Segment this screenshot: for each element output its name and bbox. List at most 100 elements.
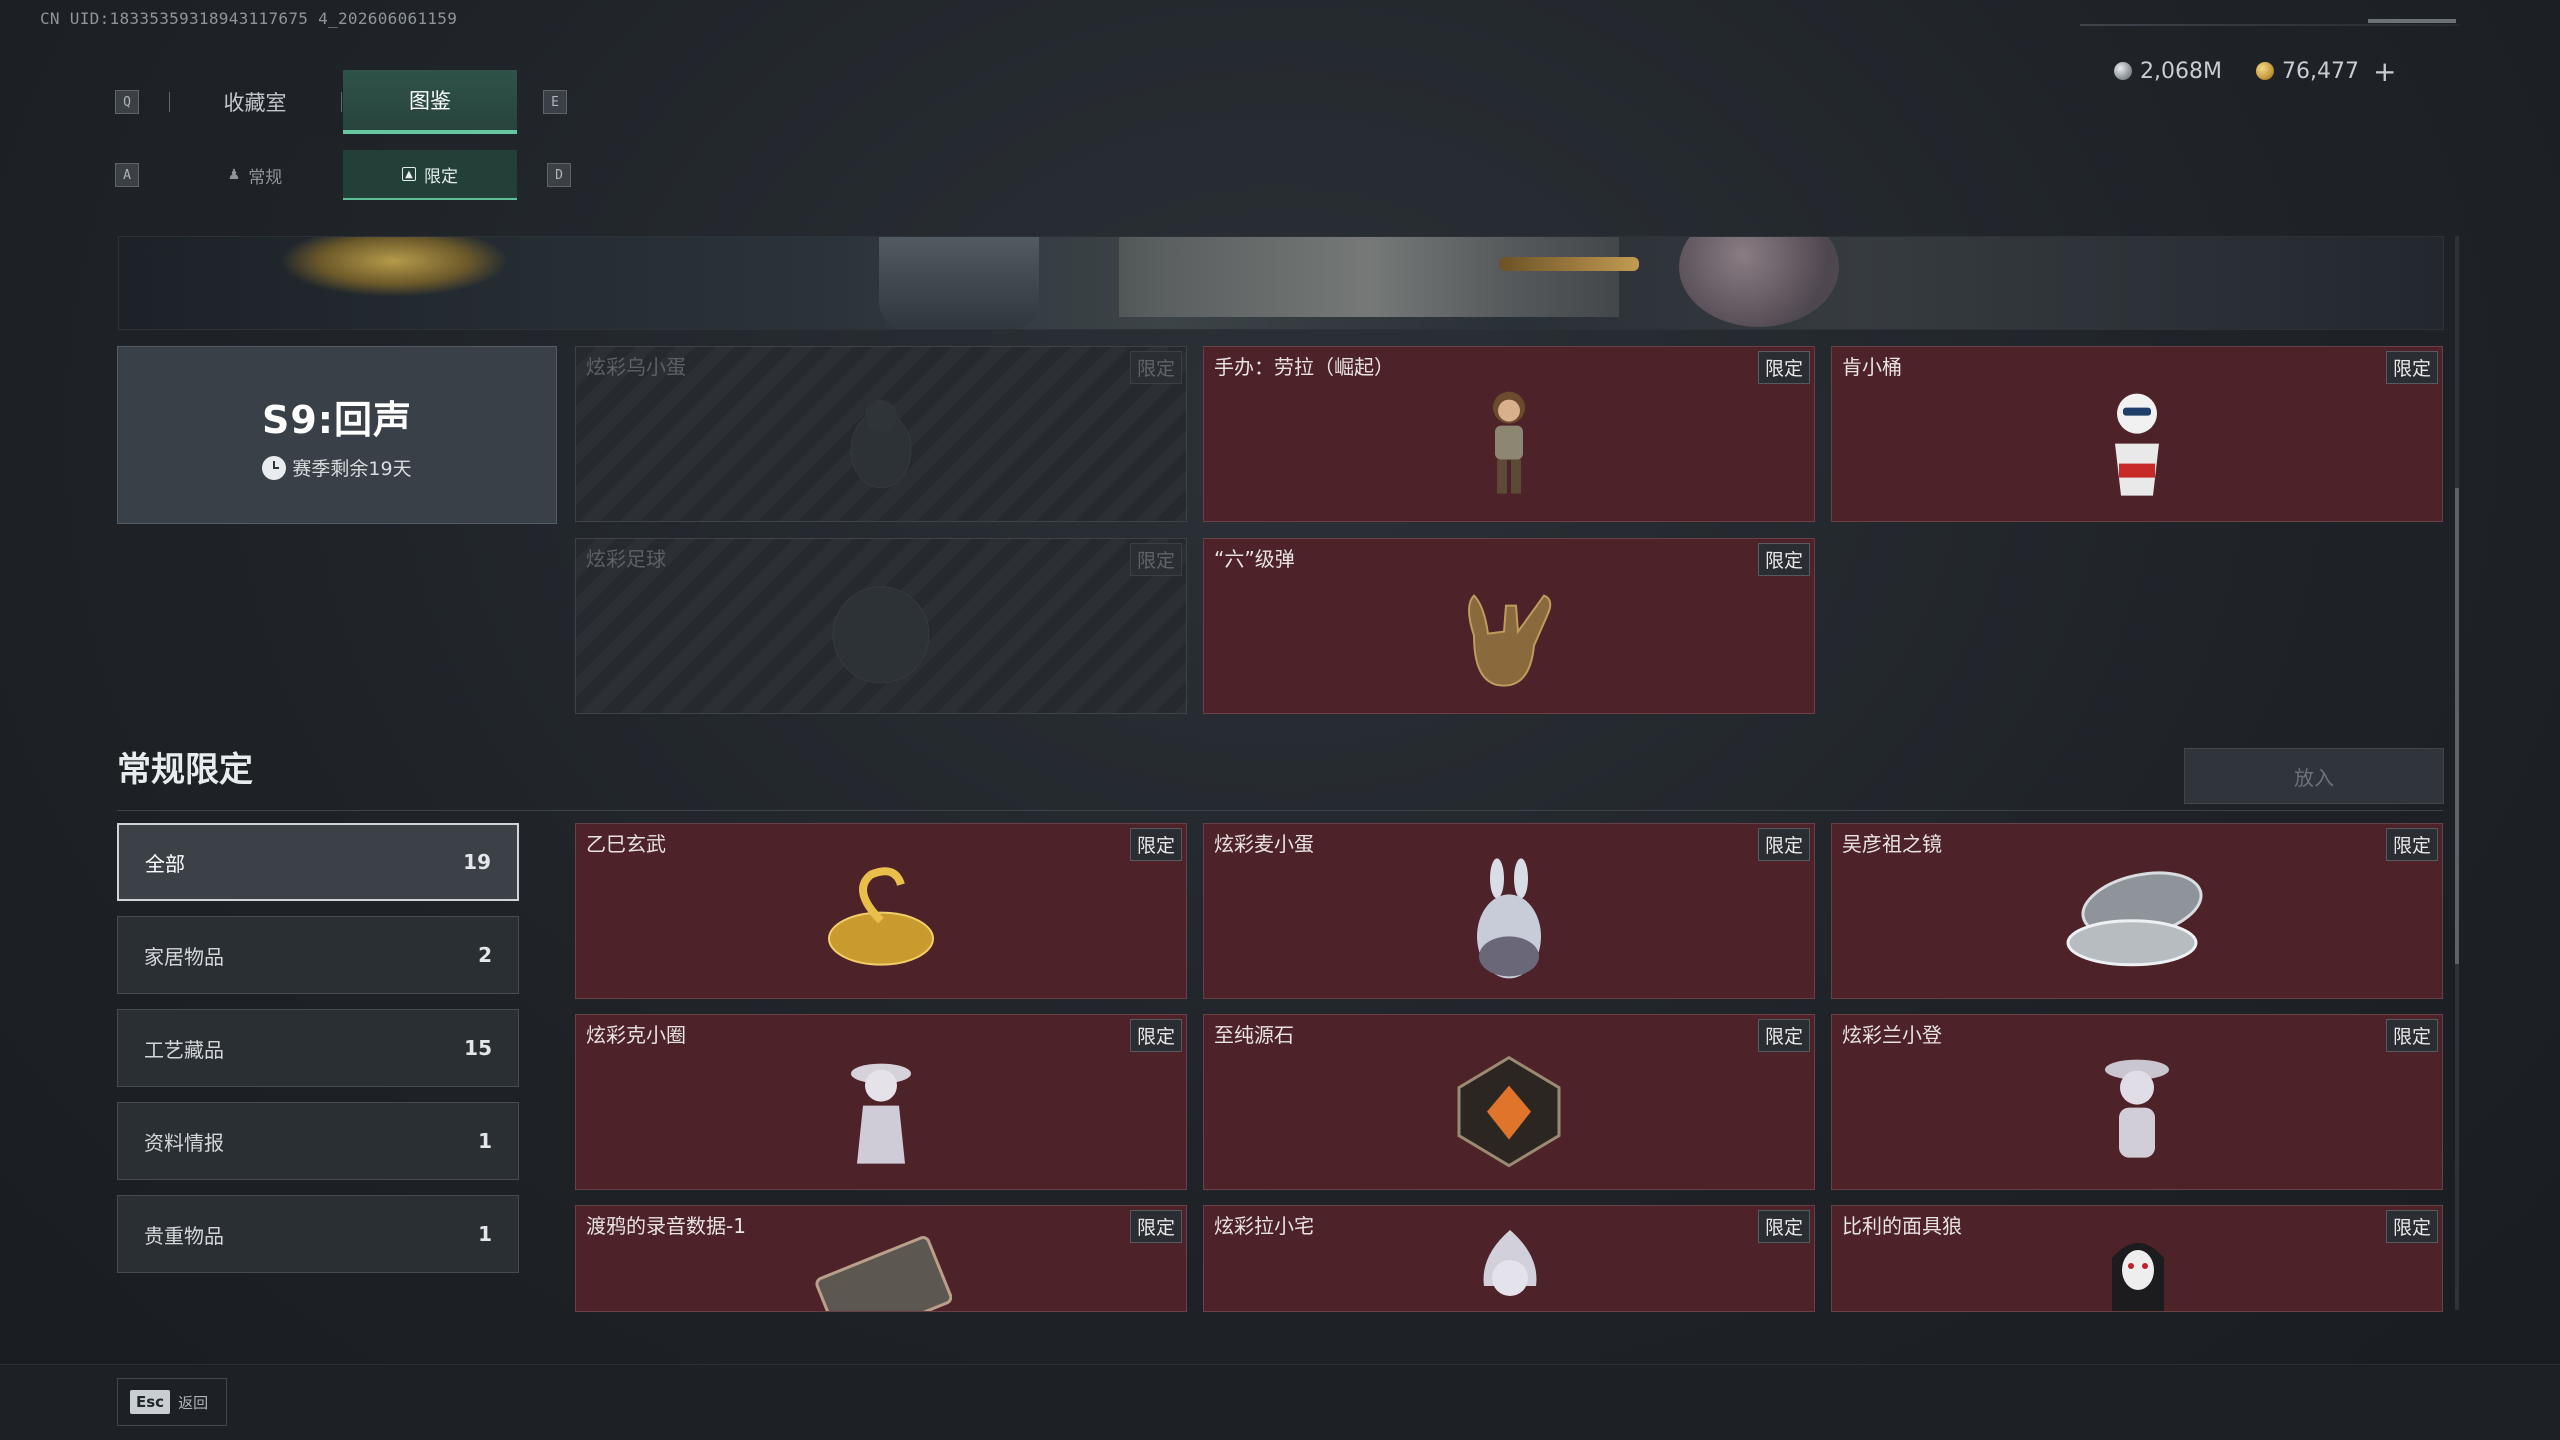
tab-codex[interactable]: 图鉴: [343, 70, 517, 134]
key-hint-d: D: [547, 163, 571, 187]
add-currency-button[interactable]: +: [2373, 55, 2396, 88]
item-name: 炫彩乌小蛋: [586, 355, 686, 379]
item-card[interactable]: 炫彩足球 限定: [575, 538, 1187, 714]
season-remaining: 赛季剩余19天: [262, 454, 412, 481]
item-card[interactable]: 乙巳玄武 限定: [575, 823, 1187, 999]
category-count: 1: [478, 1129, 492, 1153]
place-button[interactable]: 放入: [2184, 748, 2444, 804]
category-home[interactable]: 家居物品 2: [117, 916, 519, 994]
item-name: 至纯源石: [1214, 1023, 1294, 1047]
item-card[interactable]: 炫彩乌小蛋 限定: [575, 346, 1187, 522]
bunny-egg-figure-icon: [1477, 858, 1541, 979]
tab-limited-label: 限定: [424, 166, 458, 187]
silver-coin-icon: [2114, 62, 2132, 80]
section-divider: [117, 810, 2443, 811]
football-icon: [832, 586, 930, 684]
limited-badge: 限定: [2385, 1019, 2438, 1052]
section-title: 常规限定: [117, 750, 253, 790]
six-hand-bullet-icon: [1468, 594, 1552, 687]
golden-turtle-snake-icon: [828, 867, 934, 966]
item-name: 比利的面具狼: [1842, 1214, 1962, 1238]
tab-collection-room[interactable]: 收藏室: [168, 70, 342, 134]
key-hint-e: E: [543, 90, 567, 114]
figure-icon: ♟: [227, 167, 241, 183]
item-name: 吴彦祖之镜: [1842, 832, 1942, 856]
limited-badge: 限定: [2385, 828, 2438, 861]
tab-regular-label: 常规: [248, 167, 283, 188]
item-card[interactable]: 渡鸦的录音数据-1 限定: [575, 1205, 1187, 1312]
season-banner: [118, 236, 2444, 330]
season-title: S9:回声: [261, 398, 412, 442]
hooded-figure-icon: [1483, 1230, 1537, 1296]
category-intel[interactable]: 资料情报 1: [117, 1102, 519, 1180]
limited-badge: 限定: [2385, 351, 2438, 384]
egg-figure-icon: [850, 399, 912, 489]
billy-puppet-icon: [2112, 1243, 2164, 1311]
item-name: “六”级弹: [1214, 547, 1295, 571]
category-label: 家居物品: [144, 944, 224, 969]
banner-map-art: [1119, 237, 1619, 317]
item-name: 手办：劳拉（崛起）: [1214, 355, 1394, 379]
limited-badge: 限定: [1757, 1019, 1810, 1052]
lara-figure-icon: [1493, 391, 1525, 494]
item-card[interactable]: 吴彦祖之镜 限定: [1831, 823, 2443, 999]
limited-badge: 限定: [1129, 543, 1182, 576]
category-count: 19: [463, 850, 491, 874]
limited-badge: 限定: [1757, 543, 1810, 576]
limited-badge: 限定: [1757, 1210, 1810, 1243]
banner-boots-art: [879, 237, 1039, 329]
category-valuables[interactable]: 贵重物品 1: [117, 1195, 519, 1273]
gold-coin-icon: [2256, 62, 2274, 80]
tab-separator: [341, 92, 342, 112]
silver-amount: 2,068M: [2140, 58, 2222, 84]
item-name: 炫彩拉小宅: [1214, 1214, 1314, 1238]
item-name: 炫彩足球: [586, 547, 666, 571]
back-label: 返回: [178, 1393, 209, 1412]
category-count: 2: [478, 943, 492, 967]
silver-currency: 2,068M: [2114, 57, 2222, 85]
item-card[interactable]: 炫彩兰小登 限定: [1831, 1014, 2443, 1190]
limited-badge: 限定: [1129, 1210, 1182, 1243]
limited-badge: 限定: [2385, 1210, 2438, 1243]
girl-figure-icon: [851, 1063, 911, 1164]
item-card[interactable]: 炫彩麦小蛋 限定: [1203, 823, 1815, 999]
item-card[interactable]: 炫彩拉小宅 限定: [1203, 1205, 1815, 1312]
item-name: 乙巳玄武: [586, 832, 666, 856]
banner-trophy-art: [279, 237, 509, 297]
category-label: 工艺藏品: [144, 1037, 224, 1062]
item-name: 炫彩克小圈: [586, 1023, 686, 1047]
category-all[interactable]: 全部 19: [117, 823, 519, 901]
esc-key-hint: Esc: [130, 1390, 171, 1414]
scrollbar-thumb[interactable]: [2455, 488, 2459, 964]
key-hint-q: Q: [115, 90, 139, 114]
item-card[interactable]: 至纯源石 限定: [1203, 1014, 1815, 1190]
top-divider: [2080, 24, 2460, 26]
category-label: 资料情报: [144, 1130, 224, 1155]
item-card[interactable]: “六”级弹 限定: [1203, 538, 1815, 714]
item-name: 炫彩兰小登: [1842, 1023, 1942, 1047]
image-icon: ▲: [402, 167, 416, 181]
category-count: 15: [464, 1036, 492, 1060]
tab-limited[interactable]: ▲ 限定: [343, 150, 517, 200]
back-button[interactable]: Esc 返回: [117, 1378, 227, 1426]
tab-regular[interactable]: ♟ 常规: [168, 150, 342, 200]
category-label: 贵重物品: [144, 1223, 224, 1248]
cassette-tape-icon: [815, 1236, 952, 1311]
category-crafts[interactable]: 工艺藏品 15: [117, 1009, 519, 1087]
originium-crystal-icon: [1457, 1055, 1561, 1168]
season-card: S9:回声 赛季剩余19天: [117, 346, 557, 524]
gold-amount: 76,477: [2282, 58, 2359, 84]
item-card[interactable]: 手办：劳拉（崛起） 限定: [1203, 346, 1815, 522]
item-name: 渡鸦的录音数据-1: [586, 1214, 746, 1238]
item-card[interactable]: 炫彩克小圈 限定: [575, 1014, 1187, 1190]
sombrero-figure-icon: [2105, 1059, 2169, 1158]
top-divider-accent: [2368, 19, 2456, 23]
limited-badge: 限定: [1129, 828, 1182, 861]
limited-badge: 限定: [1129, 1019, 1182, 1052]
item-card[interactable]: 比利的面具狼 限定: [1831, 1205, 2443, 1312]
uid-text: CN UID:18335359318943117675 4_2026060611…: [40, 9, 458, 28]
banner-bullets-art: [1499, 257, 1639, 271]
bottom-bar: [0, 1364, 2560, 1440]
item-card[interactable]: 肯小桶 限定: [1831, 346, 2443, 522]
compact-mirror-icon: [2066, 871, 2203, 967]
